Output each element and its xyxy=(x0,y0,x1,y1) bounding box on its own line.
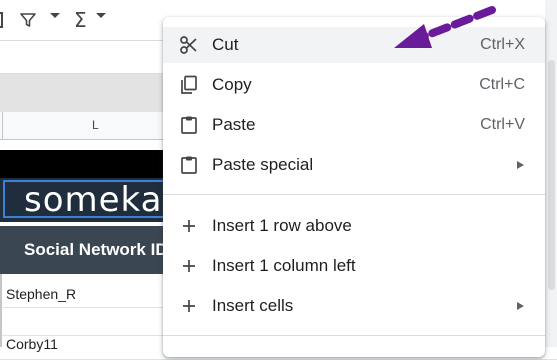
cell-value: Stephen_R xyxy=(6,286,77,302)
plus-icon xyxy=(179,256,199,276)
column-separator xyxy=(2,112,3,140)
menu-item-label: Paste special xyxy=(212,155,314,174)
menu-item-shortcut: Ctrl+V xyxy=(480,116,525,133)
table-header-cell[interactable]: Social Network ID xyxy=(24,226,168,274)
sum-icon[interactable]: Σ xyxy=(74,8,87,32)
sum-dropdown-icon[interactable] xyxy=(96,13,106,18)
filter-icon[interactable] xyxy=(20,8,36,32)
menu-item-label: Insert 1 row above xyxy=(212,216,352,235)
filter-dropdown-icon[interactable] xyxy=(50,13,60,18)
cell-value: Corby11 xyxy=(6,336,58,352)
column-header-l[interactable]: L xyxy=(92,118,99,132)
clipboard-icon xyxy=(179,115,199,135)
menu-item-paste-special[interactable]: Paste special xyxy=(163,147,545,183)
copy-icon xyxy=(179,75,199,95)
menu-item-insert-row-above[interactable]: Insert 1 row above xyxy=(163,208,545,244)
menu-item-copy[interactable]: Copy Ctrl+C xyxy=(163,67,545,103)
row-header-edge xyxy=(0,274,2,347)
menu-divider xyxy=(163,335,545,336)
menu-item-shortcut: Ctrl+C xyxy=(479,76,525,93)
menu-item-label: Insert cells xyxy=(212,296,294,315)
menu-item-insert-cells[interactable]: Insert cells xyxy=(163,288,545,324)
menu-item-paste[interactable]: Paste Ctrl+V xyxy=(163,107,545,143)
menu-item-insert-column-left[interactable]: Insert 1 column left xyxy=(163,248,545,284)
plus-icon xyxy=(179,296,199,316)
submenu-arrow-icon xyxy=(517,302,524,310)
menu-item-label: Paste xyxy=(212,115,256,134)
plus-icon xyxy=(179,216,199,236)
menu-divider xyxy=(163,194,545,195)
annotation-arrow-icon xyxy=(394,6,496,48)
logo-text: someka xyxy=(24,180,163,220)
menu-item-label: Copy xyxy=(212,75,252,94)
sum-glyph: Σ xyxy=(74,8,87,32)
toolbar-edge xyxy=(0,8,3,32)
menu-item-label: Cut xyxy=(212,35,239,54)
scissors-icon xyxy=(179,35,199,55)
menu-item-label: Insert 1 column left xyxy=(212,256,356,275)
scrollbar-thumb[interactable] xyxy=(548,60,555,290)
context-menu: Cut Ctrl+X Copy Ctrl+C Paste Ctrl+V Past… xyxy=(163,17,545,357)
clipboard-icon xyxy=(179,155,199,175)
submenu-arrow-icon xyxy=(517,161,524,169)
